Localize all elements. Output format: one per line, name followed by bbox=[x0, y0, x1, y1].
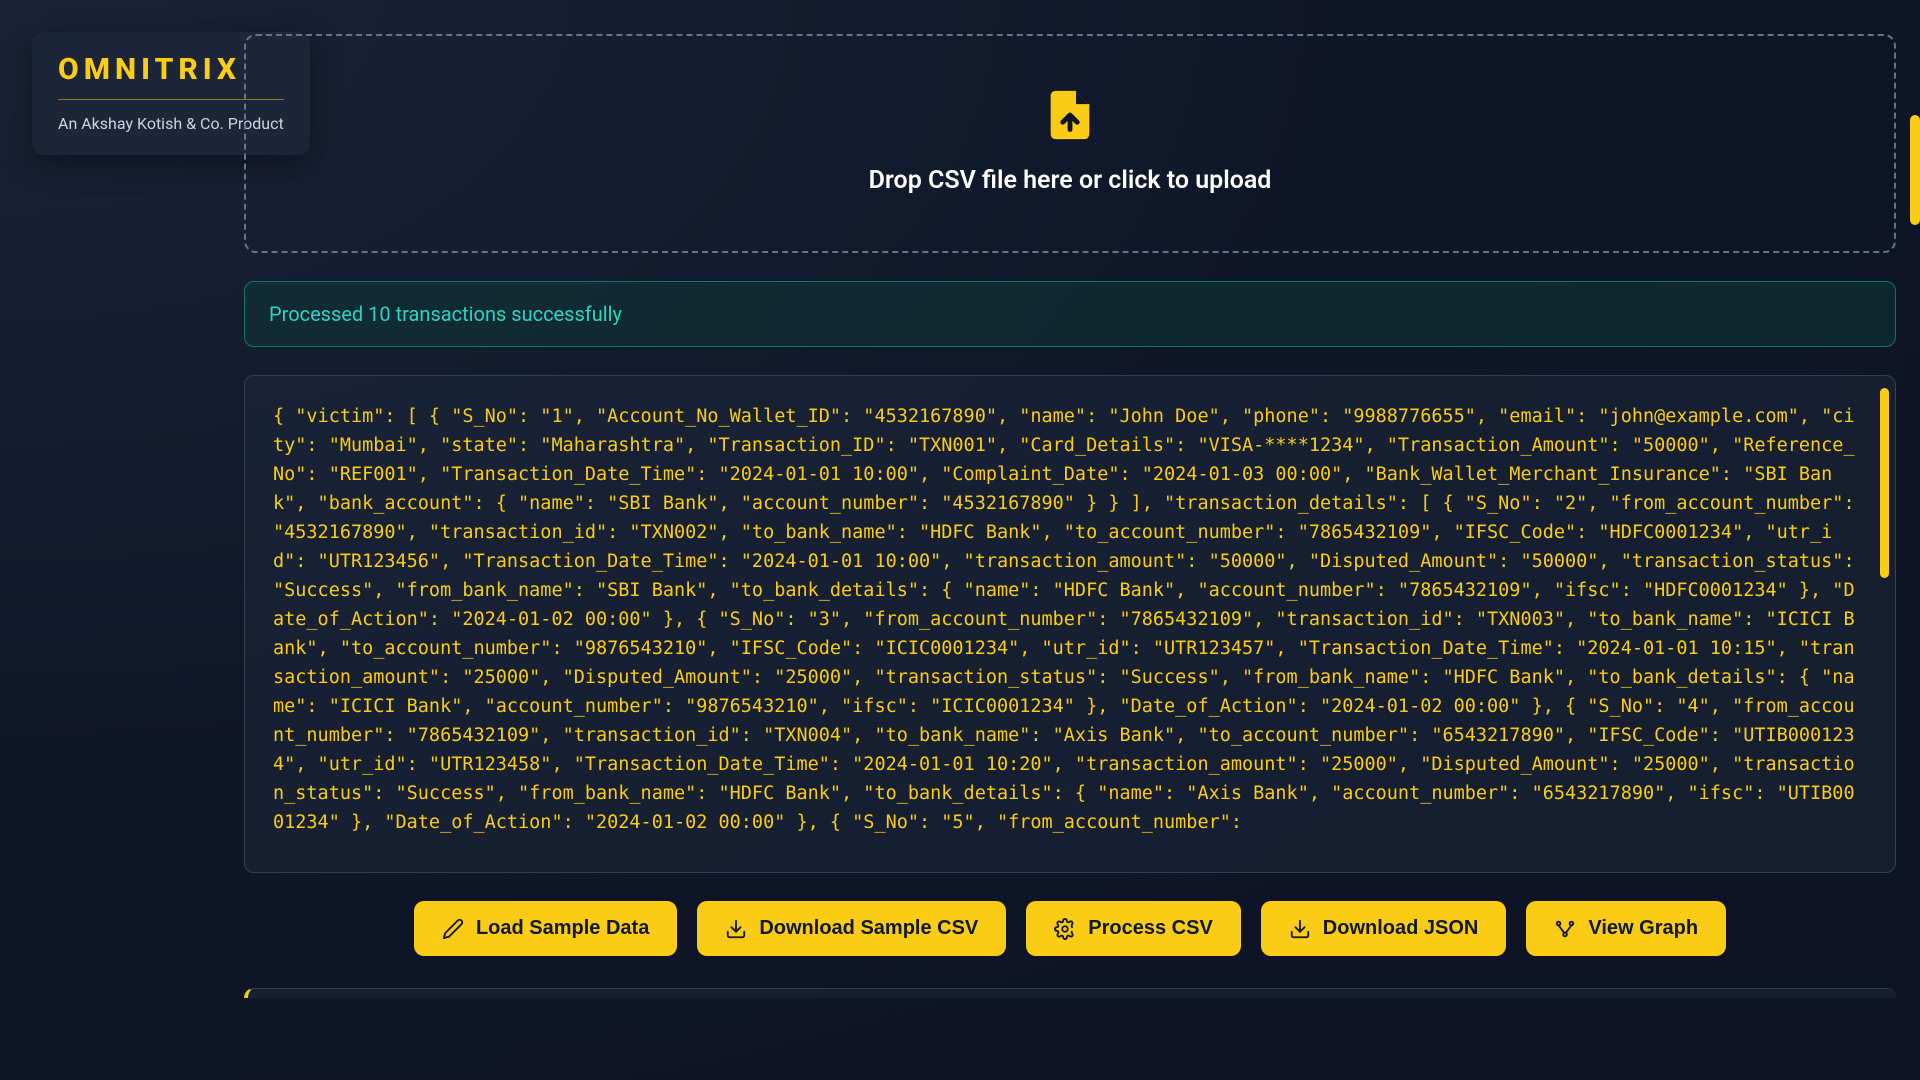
action-button-row: Load Sample Data Download Sample CSV Pro… bbox=[244, 901, 1896, 956]
button-label: Download Sample CSV bbox=[759, 917, 978, 940]
button-label: Load Sample Data bbox=[476, 917, 649, 940]
file-upload-icon bbox=[1041, 86, 1099, 144]
download-sample-csv-button[interactable]: Download Sample CSV bbox=[697, 901, 1006, 956]
download-icon bbox=[725, 918, 747, 940]
button-label: View Graph bbox=[1588, 917, 1698, 940]
next-section-peek bbox=[244, 988, 1896, 998]
graph-icon bbox=[1554, 918, 1576, 940]
csv-dropzone[interactable]: Drop CSV file here or click to upload bbox=[244, 34, 1896, 253]
download-json-button[interactable]: Download JSON bbox=[1261, 901, 1507, 956]
page-scrollbar-thumb[interactable] bbox=[1910, 115, 1920, 225]
view-graph-button[interactable]: View Graph bbox=[1526, 901, 1726, 956]
status-message: Processed 10 transactions successfully bbox=[244, 281, 1896, 347]
gears-icon bbox=[1054, 918, 1076, 940]
pencil-icon bbox=[442, 918, 464, 940]
button-label: Download JSON bbox=[1323, 917, 1479, 940]
load-sample-data-button[interactable]: Load Sample Data bbox=[414, 901, 677, 956]
json-output-box[interactable]: { "victim": [ { "S_No": "1", "Account_No… bbox=[244, 375, 1896, 873]
button-label: Process CSV bbox=[1088, 917, 1213, 940]
json-scrollbar-thumb[interactable] bbox=[1880, 388, 1889, 578]
process-csv-button[interactable]: Process CSV bbox=[1026, 901, 1241, 956]
dropzone-text: Drop CSV file here or click to upload bbox=[869, 166, 1272, 195]
download-icon bbox=[1289, 918, 1311, 940]
json-output-content: { "victim": [ { "S_No": "1", "Account_No… bbox=[273, 402, 1855, 846]
